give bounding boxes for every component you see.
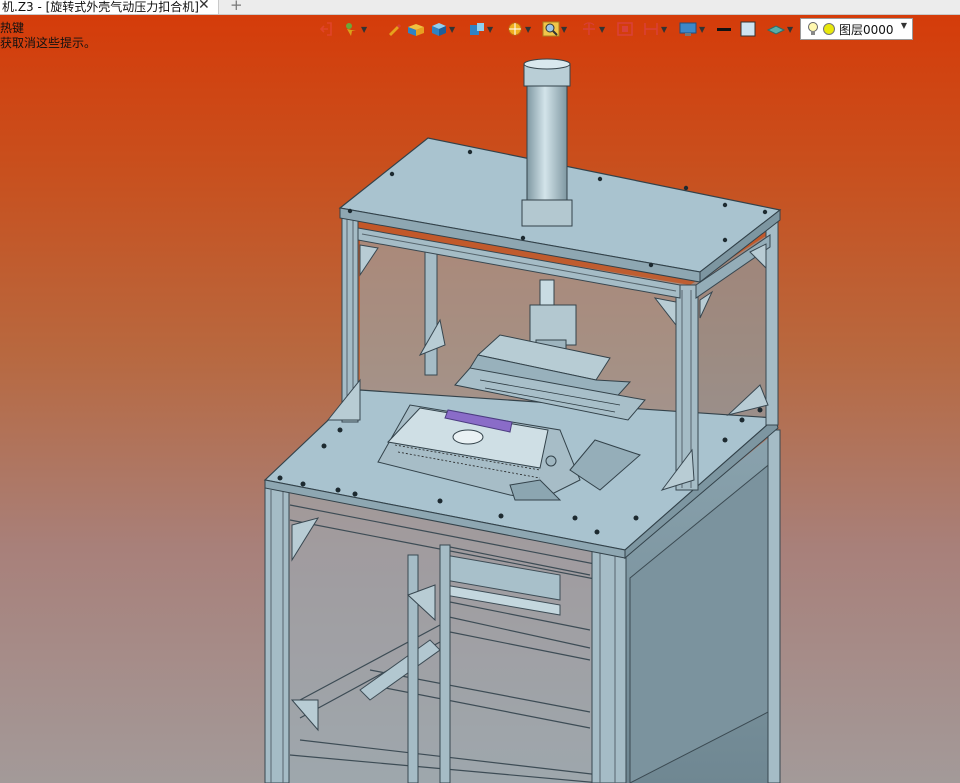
layer-name: 图层0000 [839,22,894,37]
document-tab-bar: 机.Z3 - [旋转式外壳气动压力扣合机] ✕ + [0,0,960,15]
cad-model-press-machine[interactable] [0,0,960,783]
rotate-button[interactable]: ▼ [580,18,605,40]
view-cube-button[interactable]: ▼ [430,18,455,40]
layer-select[interactable]: 图层0000 ▼ [800,18,913,40]
chevron-down-icon: ▼ [599,24,606,34]
chevron-down-icon: ▼ [900,21,907,30]
shade-box-icon [408,24,424,36]
exit-button[interactable] [318,18,334,40]
chevron-down-icon: ▼ [361,24,368,34]
cad-viewport[interactable]: 机.Z3 - [旋转式外壳气动压力扣合机] ✕ + 热键 获取消这些提示。 ▼ … [0,0,960,783]
layer-status-dot-icon [823,23,835,35]
chevron-down-icon: ▼ [487,24,494,34]
face-color-icon [740,21,756,37]
zoom-box-icon [617,22,633,36]
face-color-button[interactable] [740,18,756,40]
add-tab-icon[interactable]: + [230,0,243,13]
line-color-icon [717,28,731,31]
close-icon[interactable]: ✕ [198,0,210,12]
chevron-down-icon: ▼ [449,24,456,34]
document-tab[interactable]: 机.Z3 - [旋转式外壳气动压力扣合机] ✕ [0,0,219,14]
exit-icon [319,22,332,36]
chevron-down-icon: ▼ [561,24,568,34]
chevron-down-icon: ▼ [525,24,532,34]
render-button[interactable]: ▼ [506,18,531,40]
pick-filter-button[interactable]: ▼ [342,18,367,40]
chevron-down-icon: ▼ [661,24,668,34]
shade-button[interactable] [406,18,426,40]
material-icon [766,25,786,35]
pneumatic-cylinder [521,58,577,355]
display-monitor-icon [679,22,697,36]
line-color-button[interactable] [716,18,732,40]
rotate-icon [583,22,595,35]
cube-view-icon [432,23,446,36]
hint-text: 热键 获取消这些提示。 [0,21,96,51]
section-button[interactable]: ▼ [642,18,667,40]
sketch-button[interactable] [386,18,402,40]
zoom-box-button[interactable] [616,18,634,40]
zoom-button[interactable]: ▼ [542,18,567,40]
view-orient-icon [470,23,484,35]
pencil-icon [389,24,401,36]
chevron-down-icon: ▼ [699,24,706,34]
zoom-icon [542,21,560,37]
render-icon [508,22,522,36]
material-button[interactable]: ▼ [766,18,793,40]
hint-line-hotkey: 热键 [0,21,25,35]
hint-line-dismiss: 获取消这些提示。 [0,36,97,50]
pointer-filter-icon [346,23,356,36]
orient-button[interactable]: ▼ [468,18,493,40]
document-tab-title: 机.Z3 - [旋转式外壳气动压力扣合机] [2,0,199,14]
section-icon [644,23,658,35]
display-button[interactable]: ▼ [678,18,705,40]
chevron-down-icon: ▼ [787,24,794,34]
lightbulb-icon [808,22,818,35]
